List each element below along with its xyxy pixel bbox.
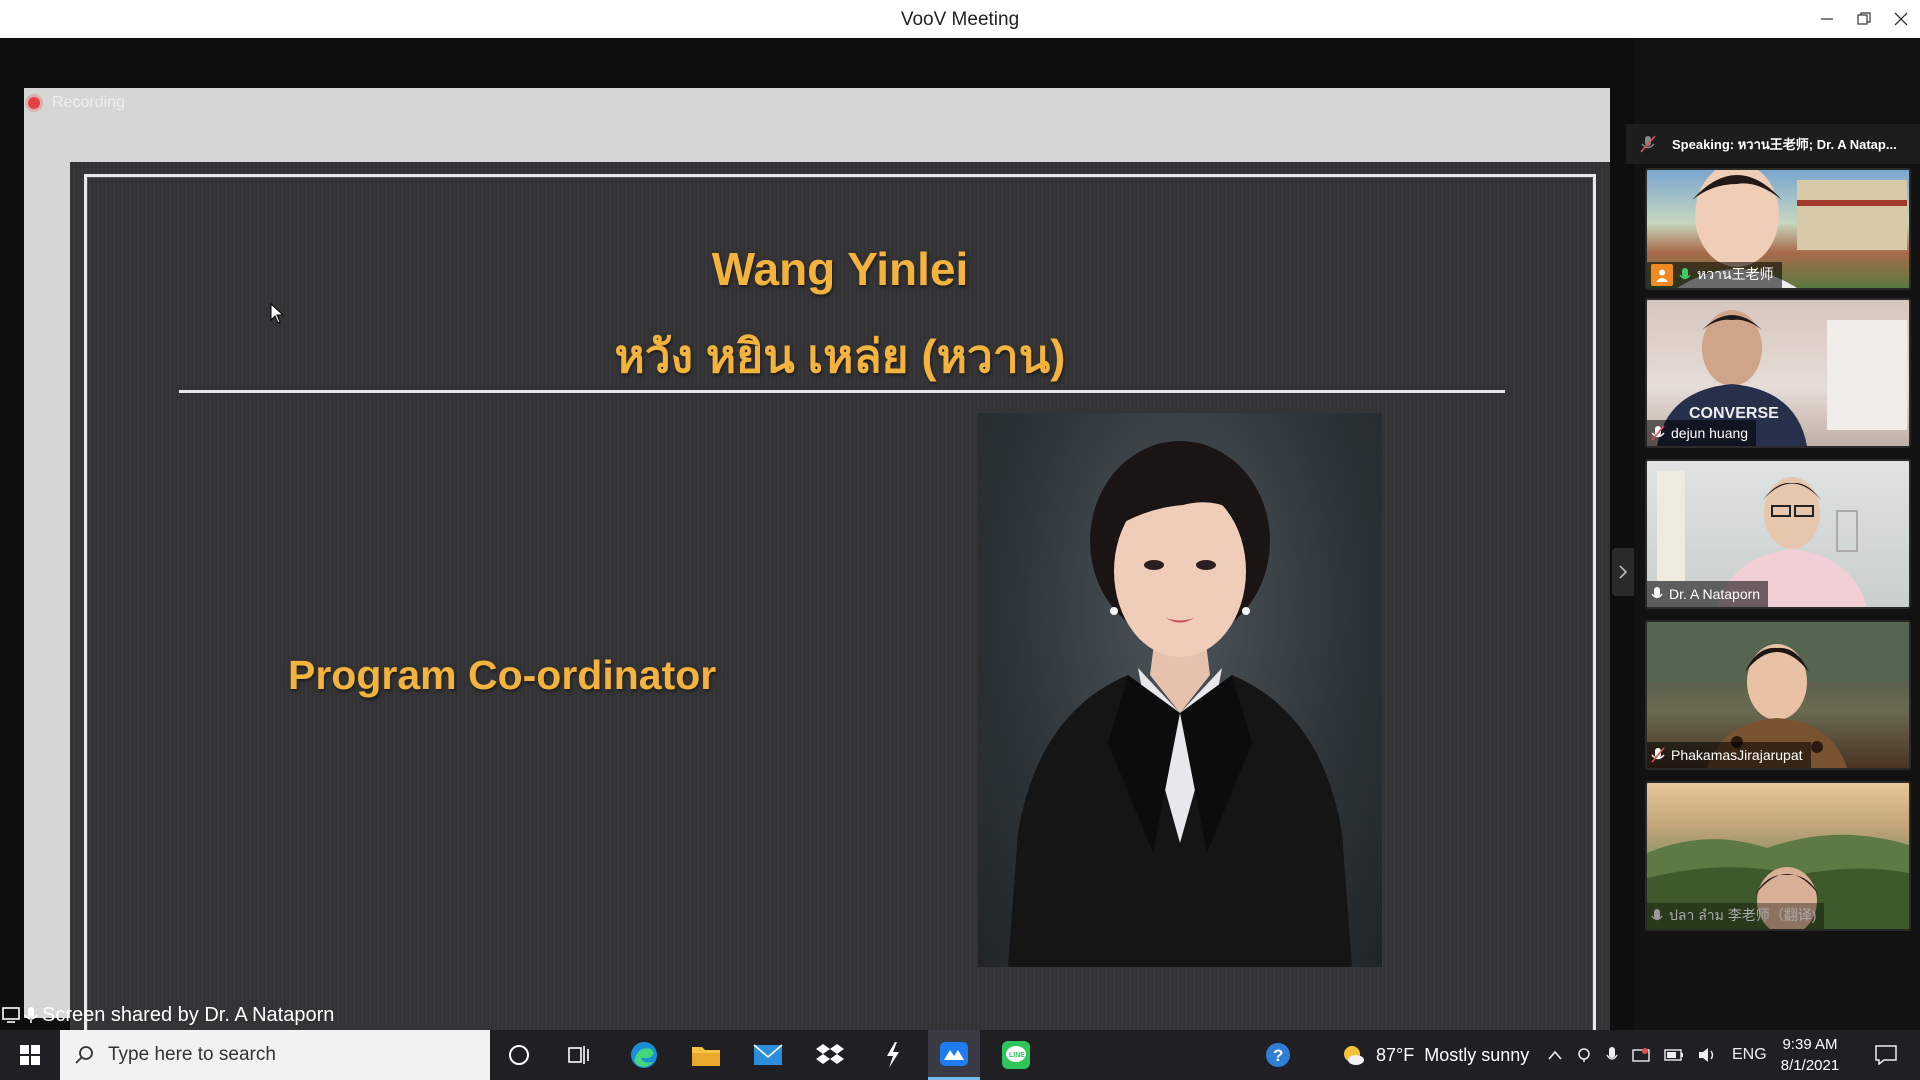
dropbox-icon	[816, 1044, 844, 1064]
taskbar-clock[interactable]: 9:39 AM 8/1/2021	[1770, 1034, 1850, 1076]
pen-icon	[887, 1042, 899, 1068]
notifications-button[interactable]	[1862, 1030, 1910, 1080]
svg-text:?: ?	[1273, 1046, 1283, 1065]
participant-label: ปลา ลำม 李老师（翻译)	[1647, 903, 1825, 929]
participant-tile[interactable]: CONVERSE dejun huang	[1645, 298, 1911, 448]
restore-button[interactable]	[1850, 6, 1878, 32]
participant-name: Dr. A Nataporn	[1669, 586, 1761, 602]
recording-dot-icon	[28, 97, 40, 109]
portrait-photo	[978, 413, 1382, 967]
taskbar-search[interactable]: Type here to search	[60, 1030, 490, 1080]
screen-share-status: Screen shared by Dr. A Nataporn	[0, 1000, 334, 1030]
microphone-active-icon	[1679, 268, 1691, 280]
main-stage: Wang Yinlei หวัง หยิน เหล่ย (หวาน) Progr…	[0, 38, 1634, 1046]
voov-meeting-icon	[940, 1041, 968, 1066]
windows-logo-icon	[20, 1045, 40, 1065]
battery-icon[interactable]	[1664, 1049, 1684, 1061]
slide-divider	[179, 390, 1505, 393]
participant-name: หวาน王老师	[1697, 266, 1774, 282]
microphone-muted-icon	[1640, 135, 1656, 153]
task-view-icon	[568, 1046, 589, 1064]
close-button[interactable]	[1887, 6, 1915, 32]
participant-label: dejun huang	[1647, 420, 1757, 446]
screen-share-label: Screen shared by Dr. A Nataporn	[42, 1003, 335, 1026]
recording-indicator: Recording	[28, 94, 125, 112]
file-explorer-icon	[692, 1047, 720, 1066]
taskbar-app-dropbox[interactable]	[804, 1030, 856, 1080]
chevron-right-icon	[1619, 565, 1628, 579]
language-indicator[interactable]: ENG	[1732, 1046, 1767, 1064]
participant-name: PhakamasJirajarupat	[1671, 747, 1803, 763]
help-button[interactable]: ?	[1258, 1030, 1298, 1080]
participant-label: PhakamasJirajarupat	[1647, 742, 1811, 768]
window-title: VooV Meeting	[900, 9, 1020, 30]
shared-screen: Wang Yinlei หวัง หยิน เหล่ย (หวาน) Progr…	[24, 88, 1610, 1046]
microphone-icon	[1651, 587, 1663, 599]
volume-icon[interactable]	[1698, 1047, 1718, 1063]
participant-tile[interactable]: หวาน王老师	[1645, 168, 1911, 290]
minimize-icon	[1821, 18, 1833, 20]
mail-icon	[753, 1044, 783, 1065]
close-icon	[1894, 12, 1908, 26]
taskbar-app-line[interactable]: LINE	[990, 1030, 1042, 1080]
speaking-indicator: Speaking: หวาน王老师; Dr. A Natap...	[1626, 124, 1920, 164]
collapse-panel-button[interactable]	[1612, 548, 1634, 596]
search-icon	[75, 1046, 93, 1064]
taskbar-app-voov[interactable]	[928, 1030, 980, 1080]
start-button[interactable]	[0, 1030, 60, 1080]
weather-desc: Mostly sunny	[1424, 1044, 1530, 1065]
line-app-icon: LINE	[1002, 1041, 1030, 1069]
minimize-button[interactable]	[1813, 6, 1841, 32]
taskbar-app-mail[interactable]	[742, 1030, 794, 1080]
slide-name-thai: หวัง หยิน เหล่ย (หวาน)	[614, 330, 1066, 382]
restore-icon	[1857, 12, 1871, 25]
help-icon: ?	[1266, 1043, 1290, 1067]
taskbar-app-explorer[interactable]	[680, 1030, 732, 1080]
slide-role: Program Co-ordinator	[288, 652, 717, 698]
participant-name: ปลา ลำม 李老师（翻译)	[1669, 907, 1817, 923]
microphone-muted-icon	[1651, 425, 1665, 441]
participant-tile[interactable]: PhakamasJirajarupat	[1645, 620, 1911, 770]
microphone-icon	[24, 1007, 38, 1023]
network-icon[interactable]	[1632, 1047, 1650, 1063]
taskbar-app-pen[interactable]	[866, 1030, 918, 1080]
participant-tile[interactable]: Dr. A Nataporn	[1645, 459, 1911, 609]
clock-time: 9:39 AM	[1782, 1036, 1838, 1053]
system-tray: ENG	[1548, 1030, 1767, 1080]
taskbar-app-edge[interactable]	[618, 1030, 670, 1080]
weather-widget[interactable]: 87°F Mostly sunny	[1340, 1030, 1529, 1080]
presentation-slide: Wang Yinlei หวัง หยิน เหล่ย (หวาน) Progr…	[70, 162, 1610, 1046]
host-icon	[1651, 264, 1673, 286]
participant-label: หวาน王老师	[1647, 262, 1782, 288]
edge-browser-icon	[631, 1042, 657, 1068]
screen-share-icon	[2, 1007, 20, 1023]
participant-tile[interactable]: ปลา ลำม 李老师（翻译)	[1645, 781, 1911, 931]
task-view-button[interactable]	[555, 1030, 605, 1080]
svg-text:LINE: LINE	[1009, 1052, 1025, 1059]
notification-icon	[1875, 1045, 1897, 1065]
cortana-button[interactable]	[494, 1030, 544, 1080]
webcam-icon[interactable]	[1576, 1047, 1592, 1063]
slide-name-english: Wang Yinlei	[711, 243, 969, 295]
cortana-icon	[509, 1045, 529, 1065]
title-bar: VooV Meeting	[0, 0, 1920, 38]
windows-taskbar: Type here to search LINE ? 87°F Mostly s…	[0, 1030, 1920, 1080]
microphone-tray-icon[interactable]	[1606, 1046, 1618, 1064]
participant-label: Dr. A Nataporn	[1647, 581, 1769, 607]
mouse-cursor-icon	[270, 303, 285, 324]
clock-date: 8/1/2021	[1780, 1057, 1840, 1074]
recording-label: Recording	[52, 94, 125, 111]
sun-cloud-icon	[1344, 1046, 1364, 1065]
search-placeholder: Type here to search	[108, 1044, 276, 1065]
speaking-label: Speaking: หวาน王老师; Dr. A Natap...	[1672, 136, 1897, 152]
microphone-muted-icon	[1651, 747, 1665, 763]
portrait-illustration	[1008, 441, 1352, 967]
participant-name: dejun huang	[1671, 425, 1749, 441]
chevron-up-icon[interactable]	[1548, 1050, 1562, 1060]
microphone-icon	[1651, 909, 1663, 921]
weather-temp: 87°F	[1376, 1044, 1415, 1065]
